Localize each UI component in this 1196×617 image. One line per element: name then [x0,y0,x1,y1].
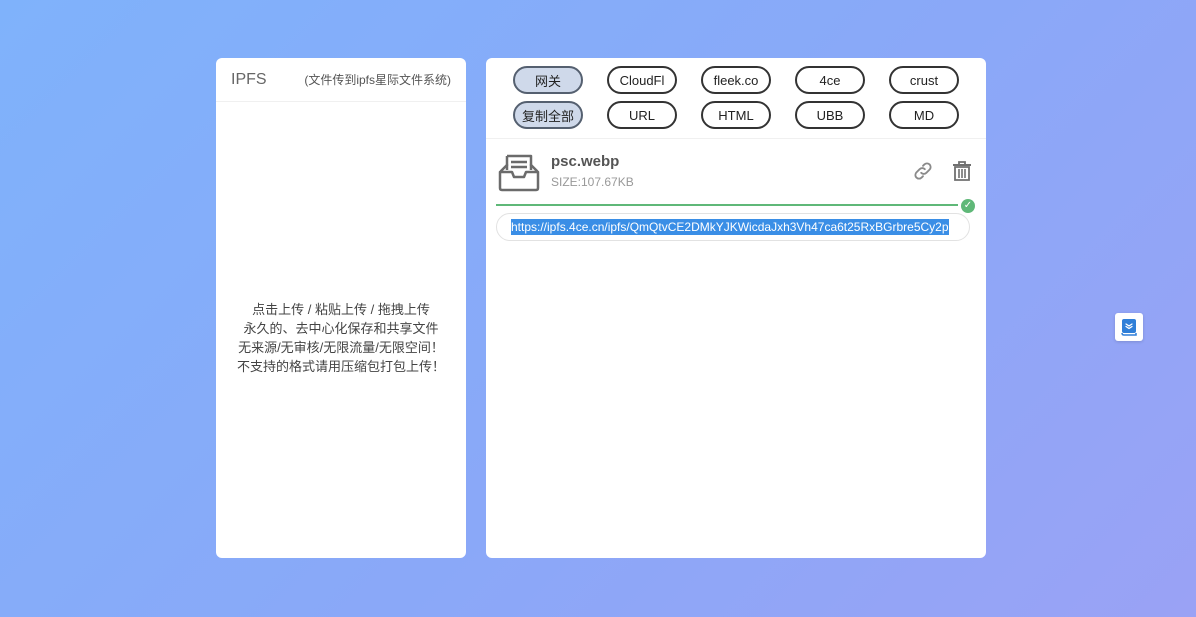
panel-subtitle: (文件传到ipfs星际文件系统) [304,73,451,87]
url-output-field[interactable]: https://ipfs.4ce.cn/ipfs/QmQtvCE2DMkYJKW… [496,213,970,241]
drop-line: 不支持的格式请用压缩包打包上传！ [236,358,445,374]
file-item: psc.webp SIZE:107.67KB [498,150,974,194]
divider [486,138,986,139]
file-size: SIZE:107.67KB [551,175,634,189]
upload-progress-bar [496,204,958,206]
format-button-md[interactable]: MD [889,101,959,129]
upload-panel-header: IPFS (文件传到ipfs星际文件系统) [216,58,466,102]
format-button-url[interactable]: URL [607,101,677,129]
gateway-button-gateway[interactable]: 网关 [513,66,583,94]
inbox-tray-icon [498,154,540,192]
trash-icon[interactable] [952,160,972,182]
upload-drop-zone[interactable]: 点击上传 / 粘贴上传 / 拖拽上传 永久的、去中心化保存和共享文件 无来源/无… [216,103,466,558]
upload-progress-fill [496,204,958,206]
drop-line: 点击上传 / 粘贴上传 / 拖拽上传 [252,301,430,317]
floating-widget-button[interactable] [1115,313,1143,341]
drop-instructions: 点击上传 / 粘贴上传 / 拖拽上传 永久的、去中心化保存和共享文件 无来源/无… [237,300,445,376]
gateway-button-cloudflare[interactable]: CloudFl [607,66,677,94]
format-button-ubb[interactable]: UBB [795,101,865,129]
drop-line: 无来源/无审核/无限流量/无限空间！ [238,339,444,355]
result-panel: 网关 CloudFl fleek.co 4ce crust 复制全部 URL H… [486,58,986,558]
copy-all-button[interactable]: 复制全部 [513,101,583,129]
file-url[interactable]: https://ipfs.4ce.cn/ipfs/QmQtvCE2DMkYJKW… [511,219,949,235]
button-grid: 网关 CloudFl fleek.co 4ce crust 复制全部 URL H… [513,66,959,129]
upload-panel: IPFS (文件传到ipfs星际文件系统) 点击上传 / 粘贴上传 / 拖拽上传… [216,58,466,558]
link-icon[interactable] [912,160,934,182]
drop-line: 永久的、去中心化保存和共享文件 [243,320,439,336]
format-button-html[interactable]: HTML [701,101,771,129]
gateway-button-4ce[interactable]: 4ce [795,66,865,94]
file-name: psc.webp [551,153,620,170]
book-icon [1121,319,1137,336]
gateway-button-fleek[interactable]: fleek.co [701,66,771,94]
check-circle-icon: ✓ [961,199,975,213]
panel-title: IPFS [231,70,267,88]
gateway-button-crust[interactable]: crust [889,66,959,94]
